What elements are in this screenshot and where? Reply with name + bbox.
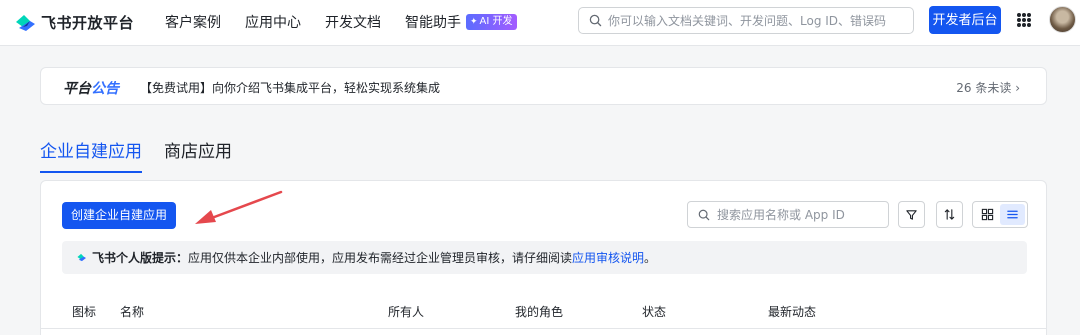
app-search-box[interactable] (687, 201, 889, 228)
filter-icon (906, 210, 917, 220)
view-mode-toggle (972, 201, 1028, 228)
tab-enterprise-apps[interactable]: 企业自建应用 (40, 137, 142, 173)
logo-text: 飞书开放平台 (41, 14, 135, 32)
nav-ai-assistant[interactable]: 智能助手 ✦ AI 开发 (405, 12, 517, 32)
nav-app-center[interactable]: 应用中心 (245, 12, 301, 32)
app-review-guide-link[interactable]: 应用审核说明 (572, 249, 644, 266)
column-header-status: 状态 (642, 305, 667, 319)
app-list-panel: 创建企业自建应用 飞书个人版提示： 应用仅供本企业内部使用，应用发布需经过企业管… (40, 180, 1047, 335)
announcement-title-part2: 公告 (91, 81, 119, 97)
announcement-title: 平台公告 (63, 78, 119, 98)
search-icon (698, 209, 710, 220)
create-enterprise-app-button[interactable]: 创建企业自建应用 (62, 202, 176, 229)
lark-logo-icon (16, 14, 35, 31)
chevron-right-icon: › (1015, 81, 1020, 95)
column-header-owner: 所有人 (388, 305, 425, 319)
annotation-arrow (195, 190, 283, 224)
sparkle-icon: ✦ (470, 17, 478, 27)
nav-dev-docs[interactable]: 开发文档 (325, 12, 381, 32)
table-header: 图标 名称 所有人 我的角色 状态 最新动态 (41, 289, 1046, 329)
filter-button[interactable] (898, 201, 925, 228)
user-avatar[interactable] (1049, 6, 1076, 33)
tip-body: 应用仅供本企业内部使用，应用发布需经过企业管理员审核，请仔细阅读 (188, 251, 573, 265)
unread-count: 26 条未读 (956, 81, 1012, 95)
global-search-input[interactable] (608, 13, 908, 28)
list-view-button[interactable] (1000, 204, 1025, 225)
ai-badge-label: AI 开发 (479, 16, 513, 27)
logo[interactable]: 飞书开放平台 (14, 12, 134, 33)
personal-edition-tip: 飞书个人版提示： 应用仅供本企业内部使用，应用发布需经过企业管理员审核，请仔细阅… (62, 241, 1027, 274)
ai-badge: ✦ AI 开发 (466, 14, 517, 30)
unread-count-link[interactable]: 26 条未读 › (956, 79, 1020, 96)
developer-console-button[interactable]: 开发者后台 (929, 6, 1001, 34)
sort-button[interactable] (936, 201, 963, 228)
announcement-text[interactable]: 【免费试用】向你介绍飞书集成平台，轻松实现系统集成 (140, 79, 440, 96)
nav-ai-assistant-label: 智能助手 (405, 15, 461, 31)
search-icon (589, 14, 602, 27)
grid-view-button[interactable] (975, 204, 1000, 225)
column-header-my-role: 我的角色 (515, 305, 564, 319)
column-header-latest-activity: 最新动态 (768, 305, 817, 319)
sort-icon (944, 209, 955, 220)
announcement-title-part1: 平台 (63, 81, 91, 97)
tip-end: 。 (644, 251, 657, 265)
list-view-icon (1007, 210, 1018, 219)
column-header-icon: 图标 (72, 305, 97, 319)
app-type-tabs: 企业自建应用 商店应用 (40, 137, 254, 173)
main-nav: 客户案例 应用中心 开发文档 智能助手 ✦ AI 开发 (165, 12, 541, 32)
apps-grid-icon[interactable] (1017, 13, 1031, 27)
global-search-box[interactable] (578, 7, 914, 34)
tip-label: 飞书个人版提示： (92, 251, 189, 265)
top-navigation-bar: 飞书开放平台 客户案例 应用中心 开发文档 智能助手 ✦AI 开发 开发者后台 (0, 0, 1080, 46)
column-header-name: 名称 (120, 305, 145, 319)
tab-store-apps[interactable]: 商店应用 (164, 137, 232, 170)
lark-logo-icon (77, 253, 86, 262)
grid-view-icon (981, 208, 994, 221)
app-search-input[interactable] (717, 207, 887, 222)
platform-announcement-bar[interactable]: 平台公告 【免费试用】向你介绍飞书集成平台，轻松实现系统集成 26 条未读 › (40, 67, 1047, 105)
nav-customer-cases[interactable]: 客户案例 (165, 12, 221, 32)
